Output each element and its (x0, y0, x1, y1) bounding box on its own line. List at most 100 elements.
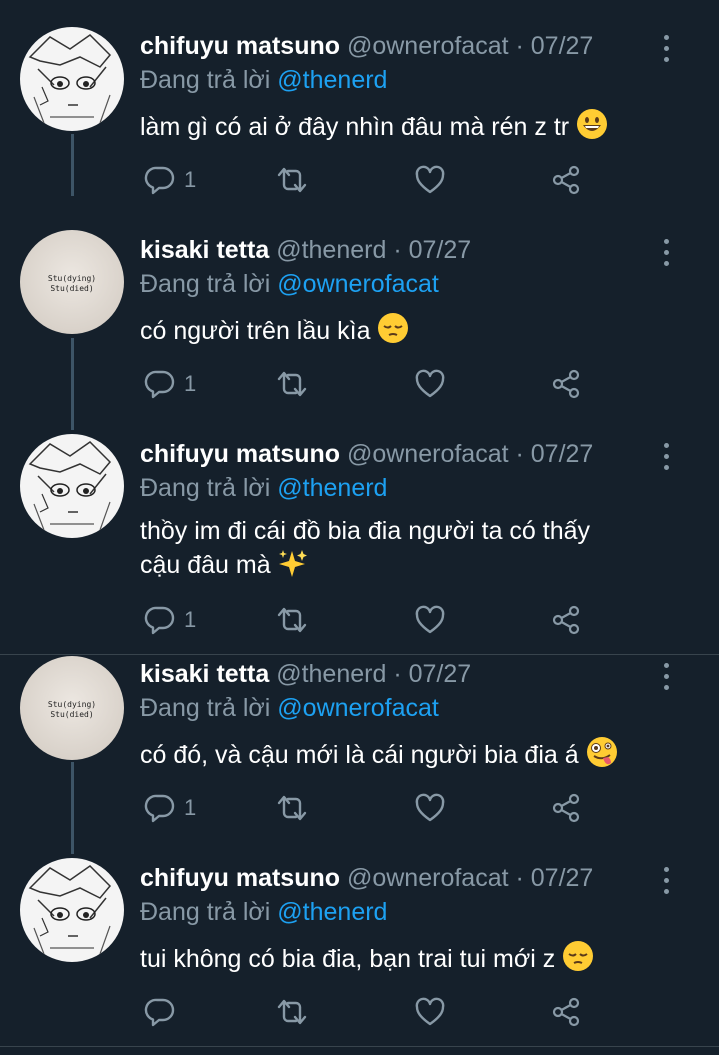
pensive-face-emoji (562, 940, 594, 981)
reply-button[interactable] (144, 996, 176, 1030)
retweet-icon (277, 607, 307, 633)
display-name[interactable]: chifuyu matsuno (140, 32, 340, 60)
reply-button[interactable]: 1 (144, 792, 196, 826)
like-button[interactable] (414, 164, 446, 198)
tweet-header: chifuyu matsuno @ownerofacat · 07/27 (140, 440, 593, 472)
more-options-icon[interactable] (656, 660, 676, 696)
reply-count: 1 (184, 795, 197, 820)
mention-link[interactable]: @ownerofacat (277, 694, 439, 722)
heart-icon (415, 165, 445, 194)
reply-icon (144, 370, 175, 399)
share-icon (552, 997, 580, 1027)
mention-link[interactable]: @thenerd (277, 474, 387, 502)
mention-link[interactable]: @thenerd (277, 898, 387, 926)
share-button[interactable] (550, 164, 582, 198)
avatar[interactable]: Stu(dying) Stu(died) (20, 230, 124, 334)
tweet-actions: 1 (140, 368, 600, 402)
thread-line (71, 762, 74, 854)
tweet-date[interactable]: · 07/27 (393, 236, 471, 264)
avatar[interactable]: Stu(dying) Stu(died) (20, 656, 124, 760)
username[interactable]: @thenerd (276, 236, 386, 264)
heart-icon (415, 369, 445, 398)
tweet-text: tui không có bia đia, bạn trai tui mới z (140, 940, 680, 981)
like-button[interactable] (414, 996, 446, 1030)
retweet-icon (277, 795, 307, 821)
avatar[interactable] (20, 434, 124, 538)
reply-button[interactable]: 1 (144, 164, 196, 198)
tweet-text: có đó, và cậu mới là cái người bia đia á (140, 736, 680, 777)
share-button[interactable] (550, 792, 582, 826)
mention-link[interactable]: @ownerofacat (277, 270, 439, 298)
retweet-button[interactable] (274, 996, 310, 1030)
tweet-date[interactable]: · 07/27 (516, 32, 594, 60)
reply-button[interactable]: 1 (144, 368, 196, 402)
share-icon (552, 605, 580, 635)
share-icon (552, 793, 580, 823)
like-button[interactable] (414, 604, 446, 638)
retweet-icon (277, 999, 307, 1025)
tweet-header: chifuyu matsuno @ownerofacat · 07/27 (140, 864, 593, 896)
display-name[interactable]: chifuyu matsuno (140, 440, 340, 468)
tweet-actions (140, 996, 600, 1030)
avatar[interactable] (20, 858, 124, 962)
tweet-date[interactable]: · 07/27 (516, 440, 594, 468)
mention-link[interactable]: @thenerd (277, 66, 387, 94)
reply-icon (144, 606, 175, 635)
display-name[interactable]: kisaki tetta (140, 660, 269, 688)
heart-icon (415, 793, 445, 822)
divider (0, 1046, 719, 1047)
sparkles-emoji (278, 548, 308, 587)
tweet-text: có người trên lầu kìa (140, 312, 680, 353)
retweet-button[interactable] (274, 164, 310, 198)
replying-to: Đang trả lời @thenerd (140, 66, 388, 94)
display-name[interactable]: chifuyu matsuno (140, 864, 340, 892)
share-icon (552, 369, 580, 399)
shirt-print: Stu(dying) Stu(died) (47, 700, 97, 719)
more-options-icon[interactable] (656, 236, 676, 272)
tweet-date[interactable]: · 07/27 (393, 660, 471, 688)
more-options-icon[interactable] (656, 864, 676, 900)
retweet-button[interactable] (274, 604, 310, 638)
manga-avatar-image (28, 865, 112, 955)
username[interactable]: @ownerofacat (347, 864, 509, 892)
share-icon (552, 165, 580, 195)
tweet-actions: 1 (140, 792, 600, 826)
divider (0, 654, 719, 655)
replying-to: Đang trả lời @thenerd (140, 898, 388, 926)
retweet-button[interactable] (274, 368, 310, 402)
thread-line (71, 338, 74, 430)
grinning-face-emoji (576, 108, 608, 149)
heart-icon (415, 997, 445, 1026)
like-button[interactable] (414, 368, 446, 402)
thread-line (71, 134, 74, 196)
replying-to: Đang trả lời @ownerofacat (140, 270, 439, 298)
reply-count: 1 (184, 607, 197, 632)
retweet-button[interactable] (274, 792, 310, 826)
tweet-header: kisaki tetta @thenerd · 07/27 (140, 236, 471, 268)
avatar[interactable] (20, 27, 124, 131)
share-button[interactable] (550, 368, 582, 402)
username[interactable]: @thenerd (276, 660, 386, 688)
more-options-icon[interactable] (656, 440, 676, 476)
share-button[interactable] (550, 996, 582, 1030)
reply-icon (144, 166, 175, 195)
like-button[interactable] (414, 792, 446, 826)
reply-count: 1 (184, 371, 197, 396)
more-options-icon[interactable] (656, 32, 676, 68)
display-name[interactable]: kisaki tetta (140, 236, 269, 264)
username[interactable]: @ownerofacat (347, 32, 509, 60)
reply-button[interactable]: 1 (144, 604, 196, 638)
share-button[interactable] (550, 604, 582, 638)
username[interactable]: @ownerofacat (347, 440, 509, 468)
retweet-icon (277, 371, 307, 397)
tweet-text: thồy im đi cái đồ bia đia người ta có th… (140, 514, 680, 587)
tweet-actions: 1 (140, 164, 600, 198)
tweet-header: chifuyu matsuno @ownerofacat · 07/27 (140, 32, 593, 64)
tweet-text: làm gì có ai ở đây nhìn đâu mà rén z tr (140, 108, 680, 149)
reply-count: 1 (184, 167, 197, 192)
tweet-date[interactable]: · 07/27 (516, 864, 594, 892)
replying-to: Đang trả lời @ownerofacat (140, 694, 439, 722)
manga-avatar-image (28, 34, 112, 124)
heart-icon (415, 605, 445, 634)
reply-icon (144, 998, 175, 1027)
